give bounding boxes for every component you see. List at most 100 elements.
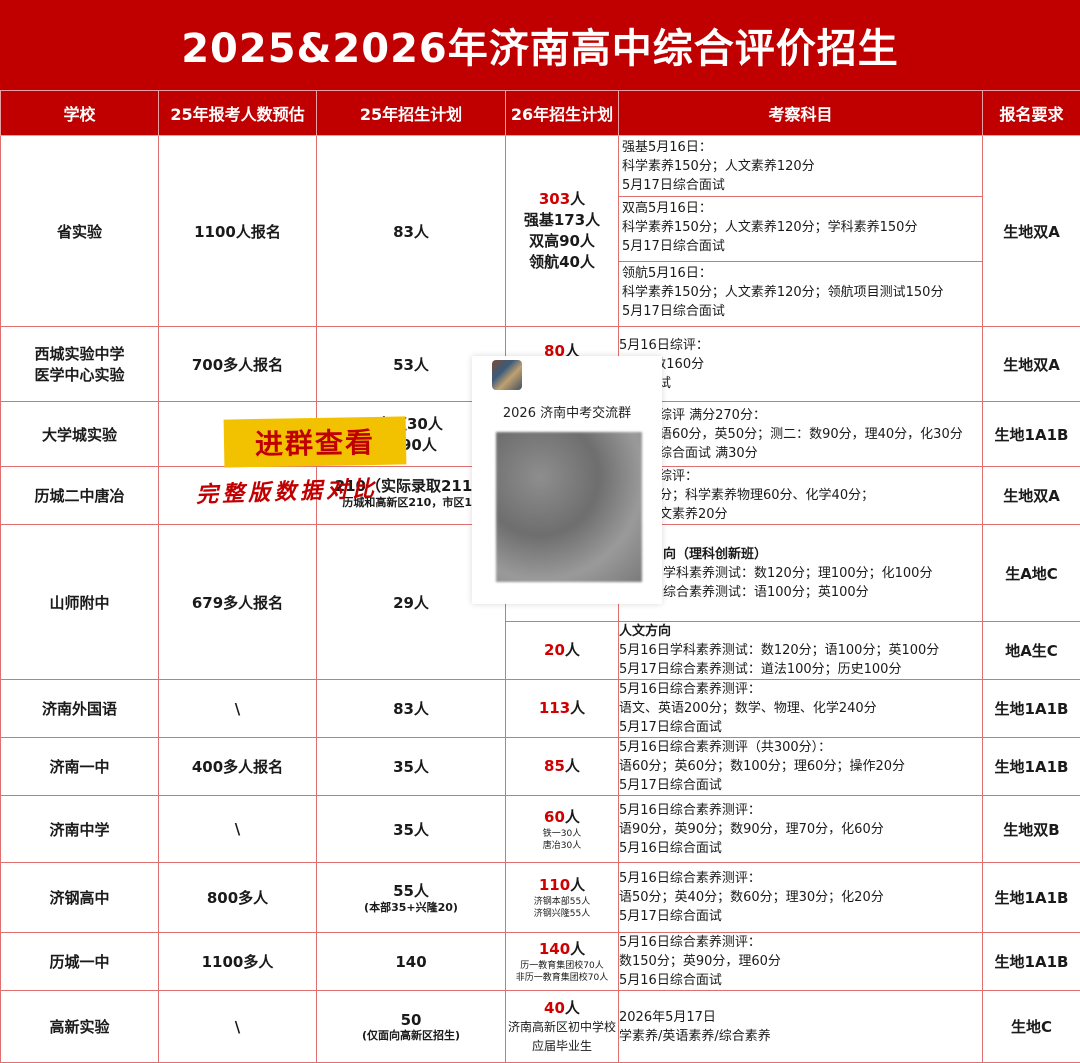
requirement: 生地双B: [983, 796, 1080, 863]
header-estimate: 25年报考人数预估: [159, 91, 317, 136]
school-name: 历城二中唐冶: [1, 467, 159, 525]
plan-2026-number: 40: [544, 999, 565, 1017]
header-plan-2025: 25年招生计划: [317, 91, 506, 136]
school-name: 济钢高中: [1, 863, 159, 933]
header-requirement: 报名要求: [983, 91, 1080, 136]
subject-line: 5月17日综合面试: [619, 776, 982, 795]
plan-2026-unit: 人: [565, 757, 580, 775]
header-subjects: 考察科目: [619, 91, 983, 136]
plan-2026: 40人 济南高新区初中学校 应届毕业生: [506, 991, 619, 1063]
subject-line: 综合素养测试：语100分；英100分: [619, 583, 982, 602]
plan-2025: 55人 (本部35+兴隆20): [317, 863, 506, 933]
plan-2026-number: 20: [544, 641, 565, 659]
requirement: 地A生C: [983, 622, 1080, 680]
requirement: 生地1A1B: [983, 402, 1080, 467]
requirement: 生地1A1B: [983, 680, 1080, 738]
subject-line: 5月17日综合面试: [619, 907, 982, 926]
school-name: 西城实验中学 医学中心实验: [1, 327, 159, 402]
plan-2025: 50 (仅面向高新区招生): [317, 991, 506, 1063]
applicant-estimate: 700多人报名: [159, 327, 317, 402]
subject-line: 5月17日综合面试: [622, 176, 982, 195]
requirement: 生地C: [983, 991, 1080, 1063]
subject-line: 5月17日综合面试: [619, 718, 982, 737]
subject-line: 科学素养150分；人文素养120分；领航项目测试150分: [622, 283, 982, 302]
subject-line: 5月16日学科素养测试：数120分；语100分；英100分: [619, 641, 982, 660]
exam-subjects: 2026年5月17日 学素养/英语素养/综合素养: [619, 991, 983, 1063]
table-row: 济南外国语 \ 83人 113人 5月16日综合素养测评： 语文、英语200分；…: [1, 680, 1080, 738]
plan-2026-note: 非历一教育集团校70人: [506, 972, 618, 984]
exam-subjects: 5月16日综合素养测评： 数150分；英90分，理60分 5月16日综合面试: [619, 933, 983, 991]
subject-line: 2026年5月17日: [619, 1008, 982, 1027]
subject-line: 5月17日综合面试: [622, 302, 982, 321]
page-title: 2025&2026年济南高中综合评价招生: [0, 0, 1080, 90]
subject-line: 5月16日综合素养测评（共300分）：: [619, 738, 982, 757]
plan-2025: 140: [317, 933, 506, 991]
subject-line: 5月16日综评：: [619, 336, 982, 355]
plan-2026: 303人 强基173人 双高90人 领航40人: [506, 136, 619, 327]
plan-2026-note: 历一教育集团校70人: [506, 960, 618, 972]
school-name-line: 西城实验中学: [34, 345, 124, 363]
plan-2026-note: 济钢兴隆55人: [506, 908, 618, 920]
subject-line: 语60分，英50分；测二：数90分，理40分，化30分: [619, 425, 982, 444]
subject-line: 5月16日综合面试: [619, 971, 982, 990]
subject-line: 语60分；英60分；数100分；理60分；操作20分: [619, 757, 982, 776]
plan-2026-unit: 人: [570, 940, 585, 958]
requirement: 生地双A: [983, 136, 1080, 327]
school-name: 山师附中: [1, 525, 159, 680]
exam-subjects: 5月16日综合素养测评： 语90分，英90分；数90分，理70分，化60分 5月…: [619, 796, 983, 863]
school-name: 大学城实验: [1, 402, 159, 467]
school-name: 济南外国语: [1, 680, 159, 738]
exam-subjects: 5月16日综合素养测评： 语文、英语200分；数学、物理、化学240分 5月17…: [619, 680, 983, 738]
plan-2026: 113人: [506, 680, 619, 738]
school-name: 济南中学: [1, 796, 159, 863]
plan-2025: 83人: [317, 680, 506, 738]
plan-2026-unit: 人: [565, 641, 580, 659]
plan-2026-number: 85: [544, 757, 565, 775]
plan-2026: 85人: [506, 738, 619, 796]
header-plan-2026: 26年招生计划: [506, 91, 619, 136]
school-name: 高新实验: [1, 991, 159, 1063]
plan-2026-detail: 双高90人: [529, 232, 595, 250]
applicant-estimate: 800多人: [159, 863, 317, 933]
exam-subjects: 5月16日综合素养测评： 语50分；英40分；数60分；理30分；化20分 5月…: [619, 863, 983, 933]
subject-line: 综合面试: [619, 374, 982, 393]
plan-2026-detail: 强基173人: [524, 211, 600, 229]
group-qr-card[interactable]: 2026 济南中考交流群: [472, 356, 662, 604]
watermark-join-group: 进群查看: [224, 416, 407, 467]
school-name: 省实验: [1, 136, 159, 327]
plan-2026-note: 应届毕业生: [532, 1039, 592, 1053]
plan-2026-number: 140: [539, 940, 570, 958]
subject-line: 语90分，英90分；数90分，理70分，化60分: [619, 820, 982, 839]
subject-heading: 人文方向: [619, 622, 982, 641]
subject-line: 语文、英语200分；数学、物理、化学240分: [619, 699, 982, 718]
table-header-row: 学校 25年报考人数预估 25年招生计划 26年招生计划 考察科目 报名要求: [1, 91, 1080, 136]
plan-2026: 110人 济钢本部55人 济钢兴隆55人: [506, 863, 619, 933]
requirement: 生地双A: [983, 467, 1080, 525]
table-row: 省实验 1100人报名 83人 303人 强基173人 双高90人 领航40人 …: [1, 136, 1080, 327]
plan-2025: 83人: [317, 136, 506, 327]
subject-line: 综评：: [619, 467, 982, 486]
exam-subjects: 强基5月16日： 科学素养150分；人文素养120分 5月17日综合面试 双高5…: [619, 136, 983, 327]
plan-2026-unit: 人: [565, 808, 580, 826]
plan-2025-note: (本部35+兴隆20): [317, 901, 505, 915]
qr-code-icon[interactable]: [496, 432, 642, 582]
requirement: 生地1A1B: [983, 863, 1080, 933]
table-row: 济钢高中 800多人 55人 (本部35+兴隆20) 110人 济钢本部55人 …: [1, 863, 1080, 933]
plan-2025-note: (仅面向高新区招生): [317, 1029, 505, 1043]
subject-line: 分；科学素养物理60分、化学40分；: [619, 486, 982, 505]
school-name: 历城一中: [1, 933, 159, 991]
table-row: 历城一中 1100多人 140 140人 历一教育集团校70人 非历一教育集团校…: [1, 933, 1080, 991]
subject-line: 科学素养150分；人文素养120分；学科素养150分: [622, 218, 982, 237]
requirement: 生地1A1B: [983, 933, 1080, 991]
subject-line: 科学素养150分；人文素养120分: [622, 157, 982, 176]
plan-2026-unit: 人: [565, 999, 580, 1017]
group-name: 2026 济南中考交流群: [472, 402, 662, 421]
exam-subjects: 5月16日综合素养测评（共300分）： 语60分；英60分；数100分；理60分…: [619, 738, 983, 796]
plan-2026-note: 唐冶30人: [506, 840, 618, 852]
exam-subjects: 人文方向 5月16日学科素养测试：数120分；语100分；英100分 5月17日…: [619, 622, 983, 680]
plan-2026-number: 60: [544, 808, 565, 826]
exam-subjects: 5月16日综评： 0分；数160分 综合面试: [619, 327, 983, 402]
subject-line: 学科素养测试：数120分；理100分；化100分: [619, 564, 982, 583]
subject-heading: 向（理科创新班）: [619, 545, 982, 564]
plan-2026-unit: 人: [570, 699, 585, 717]
